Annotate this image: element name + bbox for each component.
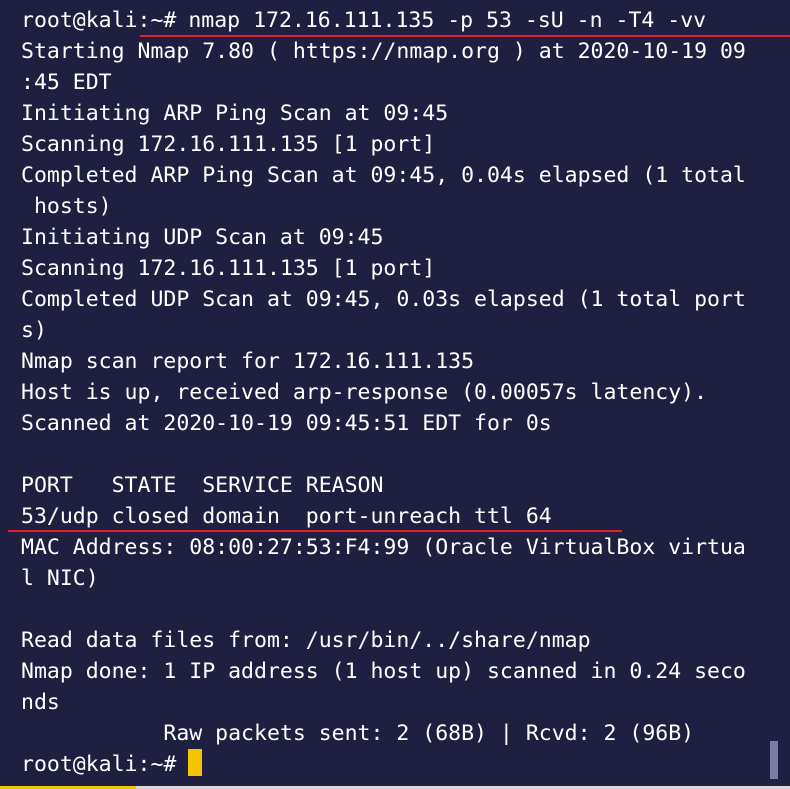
output-line: s)	[21, 318, 47, 343]
output-line: Raw packets sent: 2 (68B) | Rcvd: 2 (96B…	[21, 721, 695, 746]
output-line: Nmap scan report for 172.16.111.135	[21, 349, 475, 374]
output-line: Initiating ARP Ping Scan at 09:45	[21, 101, 449, 126]
output-line: Scanning 172.16.111.135 [1 port]	[21, 132, 436, 157]
output-line: Host is up, received arp-response (0.000…	[21, 380, 708, 405]
terminal-output: root@kali:~# nmap 172.16.111.135 -p 53 -s…	[21, 5, 746, 780]
port-table-header: PORT STATE SERVICE REASON	[21, 473, 384, 498]
scrollbar-thumb[interactable]	[770, 741, 778, 779]
output-line: l NIC)	[21, 566, 99, 591]
terminal-window[interactable]: root@kali:~# nmap 172.16.111.135 -p 53 -s…	[0, 0, 790, 789]
input-line[interactable]: root@kali:~#	[21, 749, 746, 780]
output-line: hosts)	[21, 194, 112, 219]
prompt: root@kali:~#	[21, 8, 177, 33]
port-table-row: 53/udp closed domain port-unreach ttl 64	[21, 504, 552, 529]
output-line: MAC Address: 08:00:27:53:F4:99 (Oracle V…	[21, 535, 746, 560]
text-cursor	[188, 749, 203, 776]
prompt: root@kali:~#	[21, 752, 177, 777]
port-row-underline-annotation	[8, 530, 622, 532]
output-line: Read data files from: /usr/bin/../share/…	[21, 628, 591, 653]
command-line: root@kali:~# nmap 172.16.111.135 -p 53 -s…	[21, 5, 746, 36]
command-text: nmap 172.16.111.135 -p 53 -sU -n -T4 -vv	[188, 8, 707, 33]
output-line: Nmap done: 1 IP address (1 host up) scan…	[21, 659, 746, 684]
output-line: Initiating UDP Scan at 09:45	[21, 225, 384, 250]
output-line: Scanning 172.16.111.135 [1 port]	[21, 256, 436, 281]
output-line: Starting Nmap 7.80 ( https://nmap.org ) …	[21, 39, 746, 64]
command-underline-annotation	[140, 35, 790, 37]
output-line: Completed ARP Ping Scan at 09:45, 0.04s …	[21, 163, 746, 188]
output-line: Completed UDP Scan at 09:45, 0.03s elaps…	[21, 287, 746, 312]
output-line: nds	[21, 690, 60, 715]
output-line: Scanned at 2020-10-19 09:45:51 EDT for 0…	[21, 411, 552, 436]
output-line: :45 EDT	[21, 70, 112, 95]
